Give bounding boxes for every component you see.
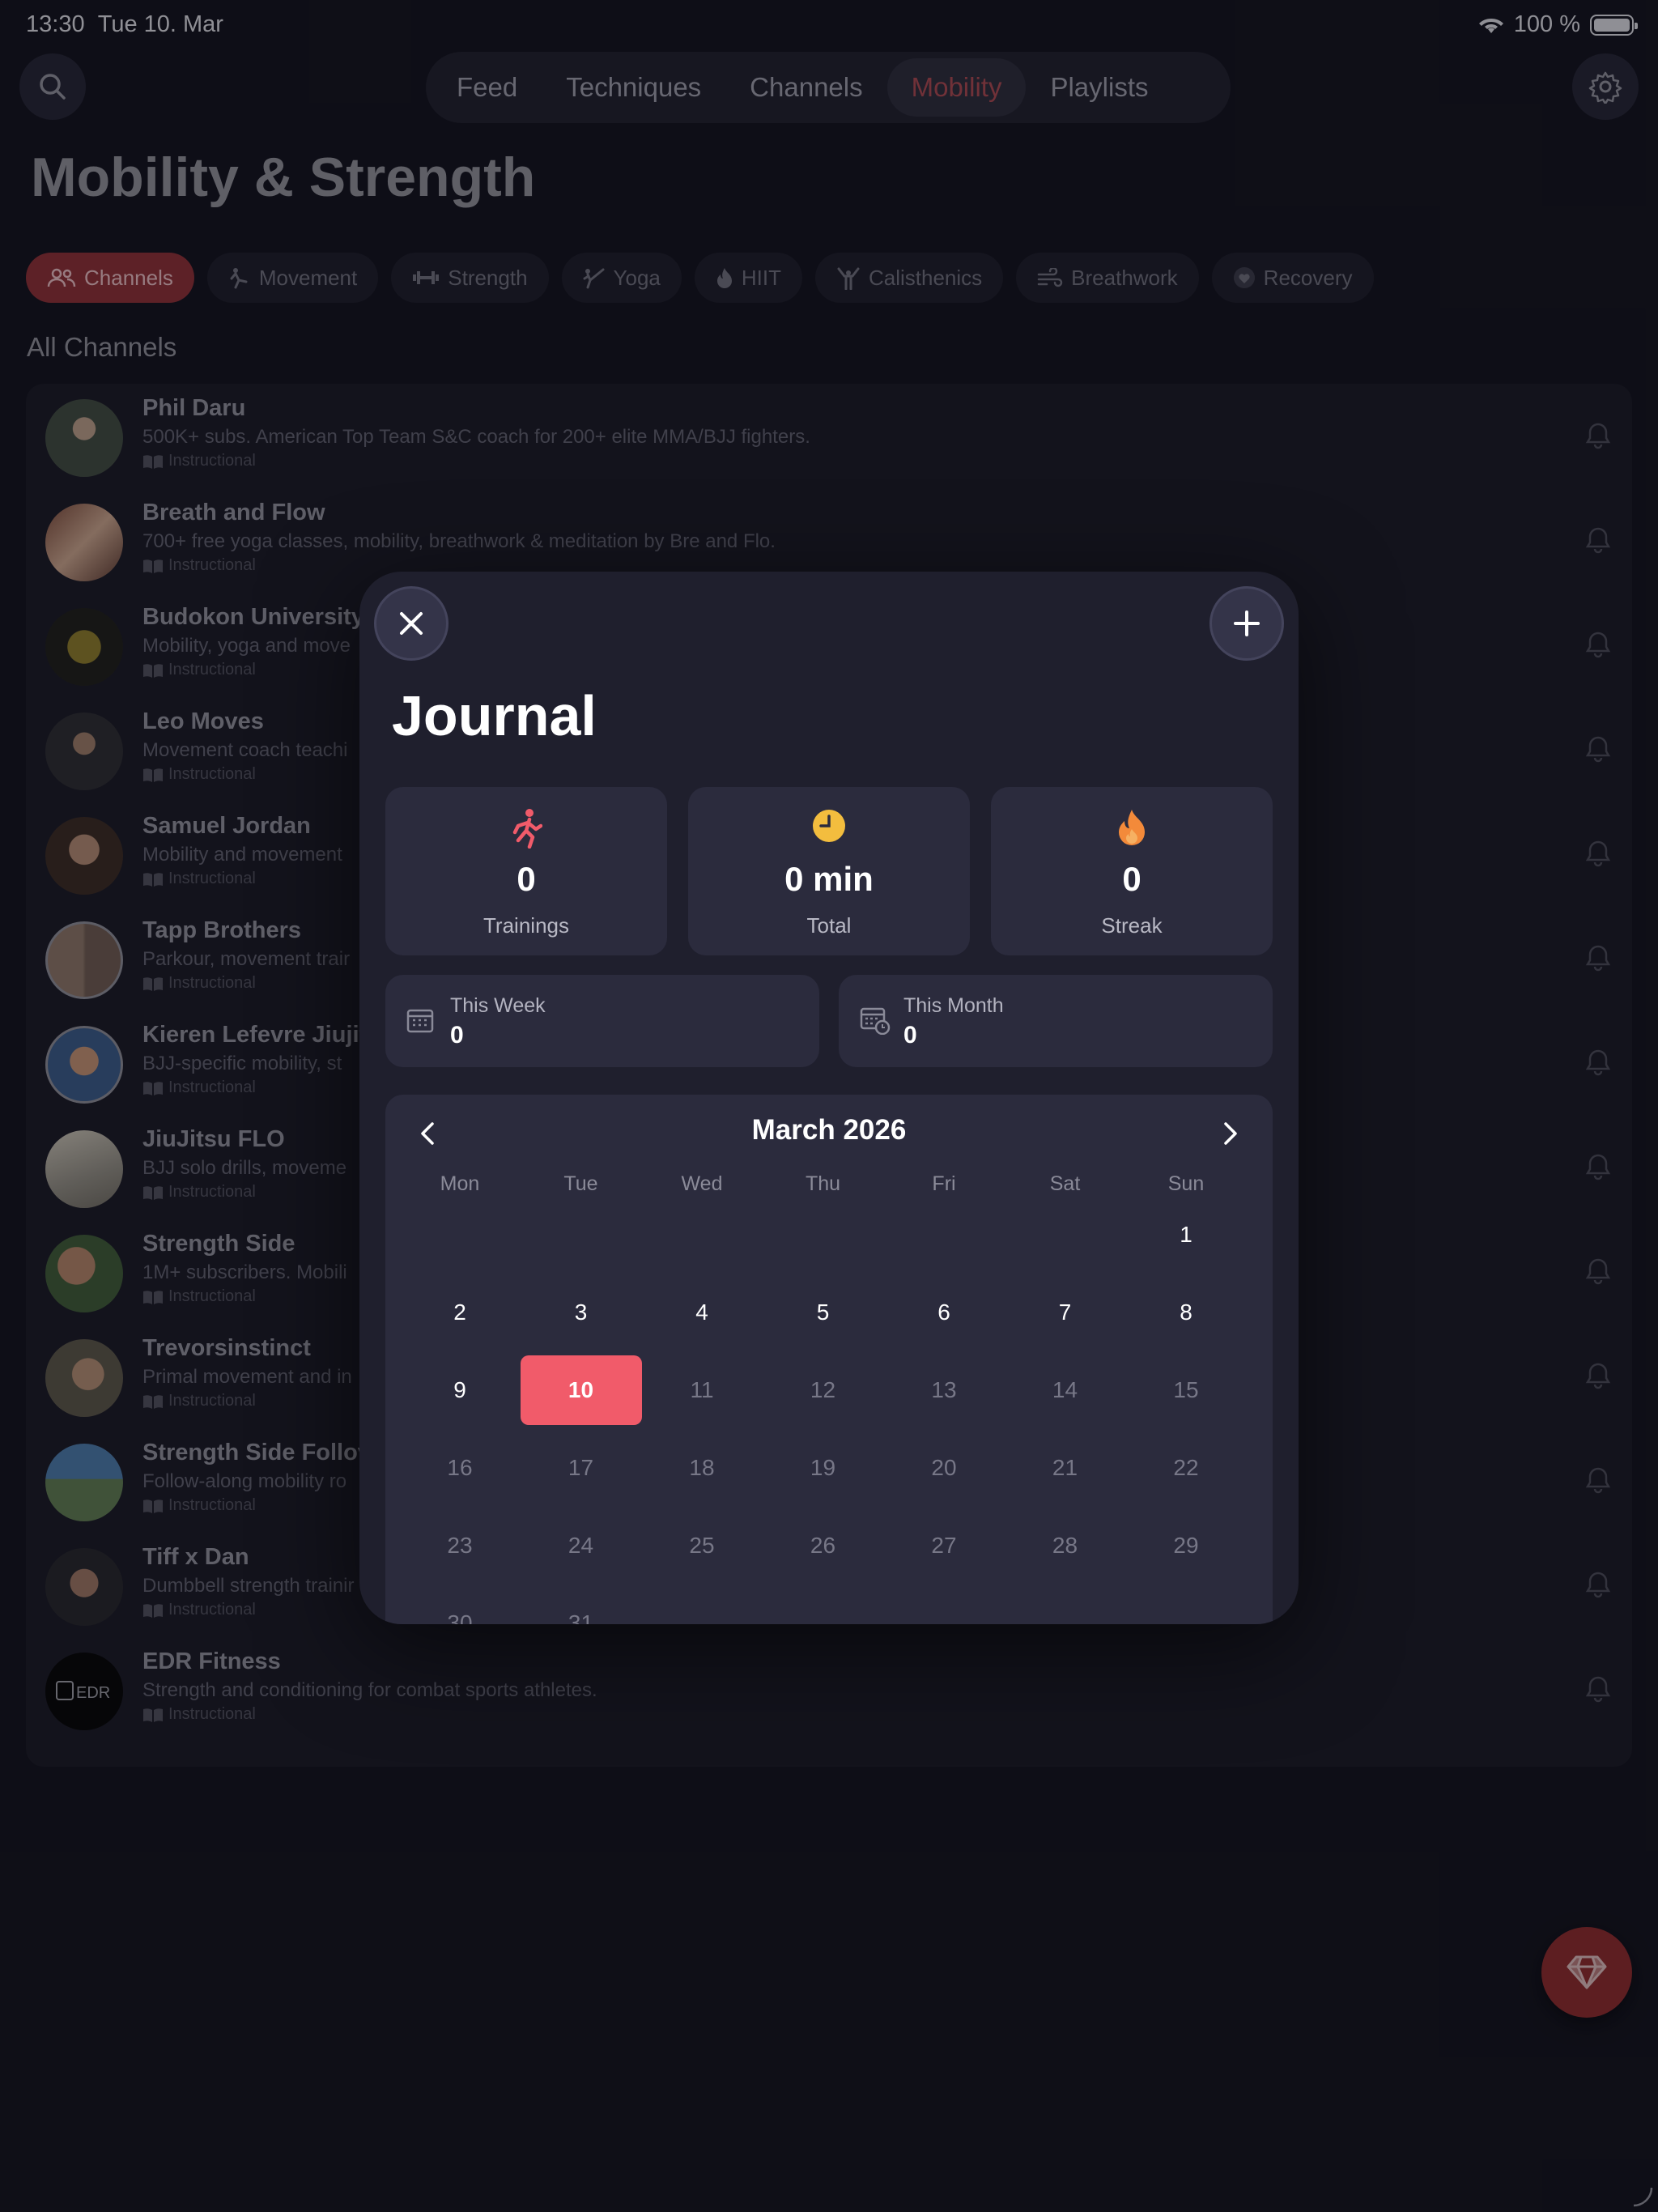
calendar-clock-icon bbox=[860, 1007, 891, 1035]
stat-total: 0 min Total bbox=[688, 787, 970, 955]
calendar-day[interactable]: 9 bbox=[399, 1355, 521, 1425]
journal-title: Journal bbox=[392, 684, 597, 747]
stat-value: 0 min bbox=[784, 860, 874, 898]
calendar-day[interactable]: 21 bbox=[1005, 1433, 1126, 1503]
next-month-button[interactable] bbox=[1213, 1116, 1248, 1151]
calendar-day[interactable]: 14 bbox=[1005, 1355, 1126, 1425]
calendar-month-title: March 2026 bbox=[751, 1114, 907, 1146]
calendar-day[interactable]: 30 bbox=[399, 1589, 521, 1624]
stat-streak: 0 Streak bbox=[991, 787, 1273, 955]
weekday-label: Mon bbox=[440, 1172, 480, 1195]
calendar-icon bbox=[406, 1009, 434, 1033]
stat-label: Total bbox=[806, 913, 852, 938]
calendar-day[interactable]: 16 bbox=[399, 1433, 521, 1503]
calendar-day[interactable]: 18 bbox=[641, 1433, 763, 1503]
calendar-day[interactable]: 3 bbox=[521, 1278, 642, 1347]
stat-trainings: 0 Trainings bbox=[385, 787, 667, 955]
add-entry-button[interactable] bbox=[1209, 586, 1284, 661]
this-week-label: This Week bbox=[450, 994, 546, 1017]
calendar-day[interactable]: 26 bbox=[763, 1511, 884, 1580]
calendar-day[interactable]: 29 bbox=[1125, 1511, 1247, 1580]
this-month-card: This Month 0 bbox=[839, 975, 1273, 1067]
calendar-day[interactable]: 25 bbox=[641, 1511, 763, 1580]
weekday-label: Thu bbox=[805, 1172, 841, 1195]
clock-icon bbox=[688, 808, 970, 849]
calendar-day[interactable]: 19 bbox=[763, 1433, 884, 1503]
calendar-day[interactable]: 22 bbox=[1125, 1433, 1247, 1503]
this-month-value: 0 bbox=[903, 1022, 917, 1049]
calendar-day[interactable]: 20 bbox=[883, 1433, 1005, 1503]
calendar-day[interactable]: 23 bbox=[399, 1511, 521, 1580]
calendar-day[interactable]: 7 bbox=[1005, 1278, 1126, 1347]
close-icon bbox=[400, 612, 423, 635]
calendar-day[interactable]: 24 bbox=[521, 1511, 642, 1580]
calendar-day[interactable]: 4 bbox=[641, 1278, 763, 1347]
stat-label: Trainings bbox=[483, 913, 569, 938]
weekday-label: Sat bbox=[1049, 1172, 1081, 1195]
calendar-day[interactable]: 6 bbox=[883, 1278, 1005, 1347]
running-figure-icon bbox=[385, 808, 667, 849]
this-week-card: This Week 0 bbox=[385, 975, 819, 1067]
stat-value: 0 bbox=[517, 860, 536, 898]
weekday-label: Tue bbox=[563, 1172, 598, 1195]
this-month-label: This Month bbox=[903, 994, 1004, 1017]
stat-label: Streak bbox=[1101, 913, 1163, 938]
calendar-day[interactable]: 17 bbox=[521, 1433, 642, 1503]
journal-modal: Journal 0 Trainings 0 min Total 0 Streak… bbox=[359, 572, 1299, 1624]
calendar-day[interactable]: 11 bbox=[641, 1355, 763, 1425]
chevron-right-icon bbox=[1224, 1122, 1237, 1145]
calendar-day[interactable]: 8 bbox=[1125, 1278, 1247, 1347]
plus-icon bbox=[1234, 610, 1260, 636]
calendar: March 2026 Mon Tue Wed Thu Fri Sat Sun 1234567… bbox=[385, 1095, 1273, 1624]
calendar-day[interactable]: 12 bbox=[763, 1355, 884, 1425]
flame-icon bbox=[991, 808, 1273, 849]
calendar-day[interactable]: 27 bbox=[883, 1511, 1005, 1580]
calendar-day[interactable]: 1 bbox=[1125, 1200, 1247, 1270]
stat-value: 0 bbox=[1122, 860, 1141, 898]
calendar-day-today[interactable]: 10 bbox=[520, 1355, 642, 1425]
calendar-day[interactable]: 2 bbox=[399, 1278, 521, 1347]
calendar-day[interactable]: 28 bbox=[1005, 1511, 1126, 1580]
calendar-day[interactable]: 5 bbox=[763, 1278, 884, 1347]
weekday-label: Sun bbox=[1167, 1172, 1205, 1195]
calendar-day[interactable]: 15 bbox=[1125, 1355, 1247, 1425]
this-week-value: 0 bbox=[450, 1022, 464, 1049]
calendar-day[interactable]: 13 bbox=[883, 1355, 1005, 1425]
weekday-label: Wed bbox=[681, 1172, 723, 1195]
close-button[interactable] bbox=[374, 586, 449, 661]
weekday-label: Fri bbox=[932, 1172, 956, 1195]
calendar-day[interactable]: 31 bbox=[521, 1589, 642, 1624]
